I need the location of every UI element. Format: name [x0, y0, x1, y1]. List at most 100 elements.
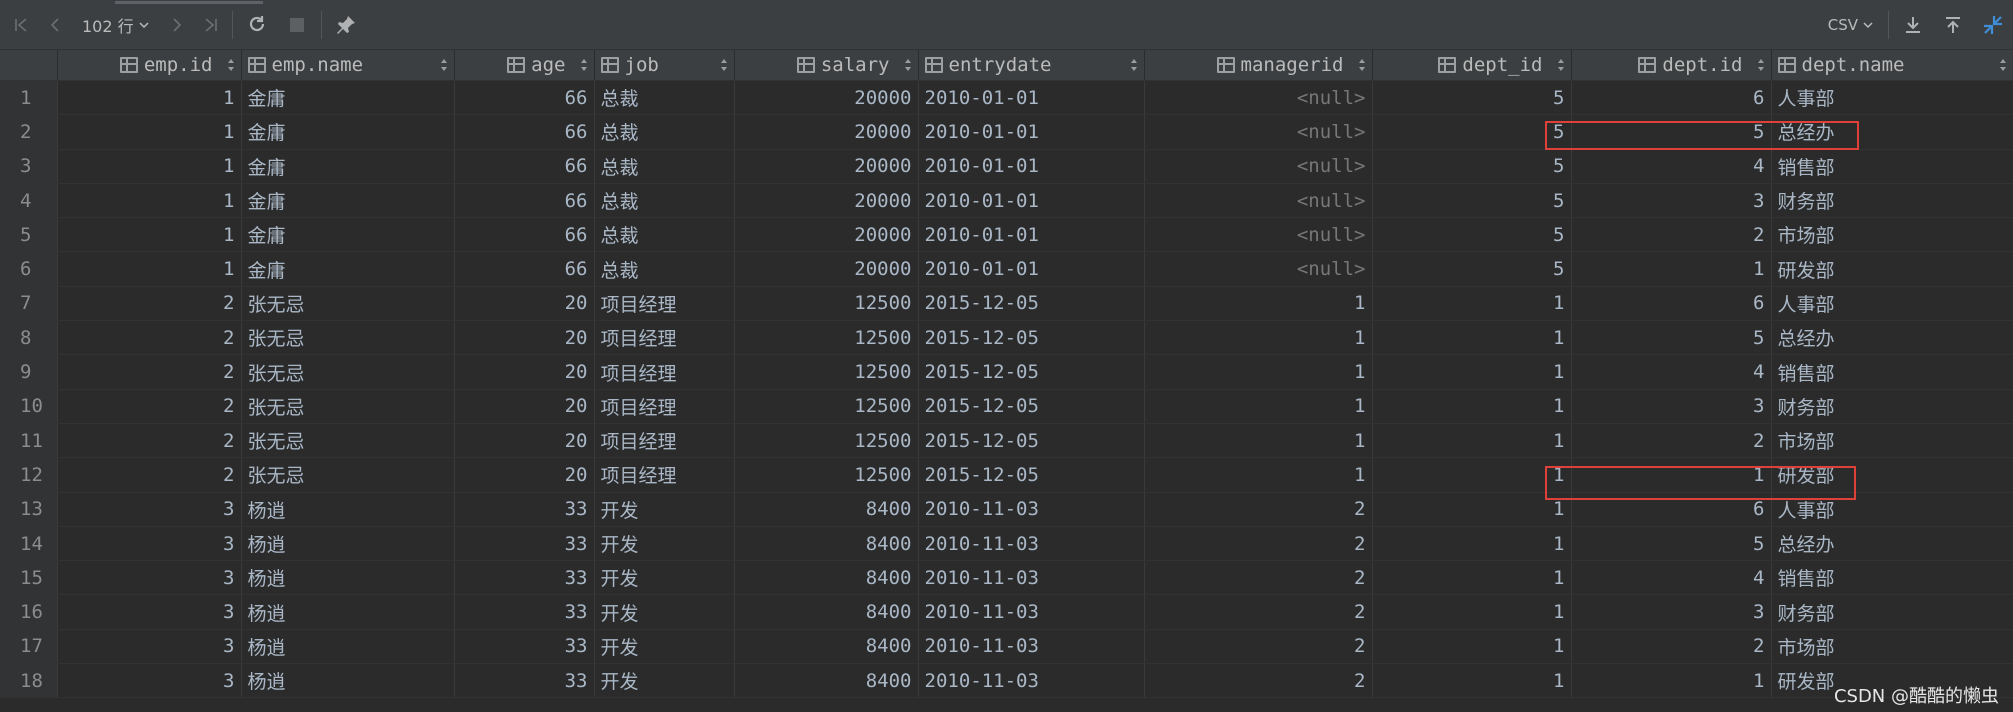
- dept-id-cell[interactable]: 4: [1571, 560, 1772, 596]
- age-cell[interactable]: 33: [454, 663, 595, 699]
- dept-id-cell[interactable]: 5: [1571, 320, 1772, 356]
- entrydate-cell[interactable]: 2010-11-03: [918, 492, 1145, 527]
- column-header-age[interactable]: age: [454, 50, 595, 81]
- managerid-cell[interactable]: 1: [1144, 286, 1373, 322]
- emp-id-cell[interactable]: 2: [57, 457, 242, 493]
- job-cell[interactable]: 开发: [594, 629, 735, 665]
- job-cell[interactable]: 总裁: [594, 183, 735, 219]
- age-cell[interactable]: 66: [454, 251, 595, 287]
- job-cell[interactable]: 开发: [594, 560, 735, 596]
- refresh-icon[interactable]: [237, 0, 277, 50]
- salary-cell[interactable]: 20000: [734, 149, 919, 184]
- compare-icon[interactable]: [1973, 0, 2013, 50]
- dept-name-cell[interactable]: 研发部: [1771, 457, 2013, 493]
- dept-name-cell[interactable]: 市场部: [1771, 217, 2013, 253]
- age-cell[interactable]: 66: [454, 183, 595, 219]
- dept-id-cell[interactable]: 6: [1571, 492, 1772, 527]
- emp-name-cell[interactable]: 张无忌: [241, 423, 455, 459]
- managerid-cell[interactable]: 1: [1144, 354, 1373, 390]
- entrydate-cell[interactable]: 2015-12-05: [918, 389, 1145, 424]
- dept-id-cell[interactable]: 2: [1571, 217, 1772, 253]
- table-row[interactable]: 18 3 杨逍 33 开发 8400 2010-11-03 2 1 1 研发部: [0, 663, 2013, 699]
- table-row[interactable]: 8 2 张无忌 20 项目经理 12500 2015-12-05 1 1 5 总经办: [0, 320, 2013, 356]
- entrydate-cell[interactable]: 2015-12-05: [918, 457, 1145, 493]
- managerid-cell[interactable]: 2: [1144, 560, 1373, 596]
- dept-id-cell[interactable]: 4: [1571, 354, 1772, 390]
- dept-name-cell[interactable]: 总经办: [1771, 320, 2013, 356]
- entrydate-cell[interactable]: 2010-11-03: [918, 560, 1145, 596]
- dept-id-cell[interactable]: 1: [1571, 663, 1772, 699]
- emp-id-cell[interactable]: 3: [57, 663, 242, 699]
- dept-id-fk-cell[interactable]: 1: [1372, 663, 1572, 699]
- sort-icon[interactable]: [440, 58, 448, 72]
- dept-id-fk-cell[interactable]: 1: [1372, 526, 1572, 562]
- dept-name-cell[interactable]: 市场部: [1771, 629, 2013, 665]
- age-cell[interactable]: 20: [454, 389, 595, 424]
- sort-icon[interactable]: [580, 58, 588, 72]
- dept-id-cell[interactable]: 1: [1571, 457, 1772, 493]
- stop-icon[interactable]: [277, 0, 317, 50]
- managerid-cell[interactable]: <null>: [1144, 251, 1373, 287]
- entrydate-cell[interactable]: 2015-12-05: [918, 320, 1145, 356]
- column-header-entrydate[interactable]: entrydate: [918, 50, 1145, 81]
- first-page-icon[interactable]: [4, 0, 38, 50]
- next-page-icon[interactable]: [160, 0, 194, 50]
- salary-cell[interactable]: 20000: [734, 80, 919, 116]
- dept-id-cell[interactable]: 6: [1571, 286, 1772, 322]
- dept-name-cell[interactable]: 财务部: [1771, 389, 2013, 424]
- job-cell[interactable]: 开发: [594, 663, 735, 699]
- emp-id-cell[interactable]: 1: [57, 114, 242, 150]
- emp-name-cell[interactable]: 杨逍: [241, 663, 455, 699]
- dept-name-cell[interactable]: 市场部: [1771, 423, 2013, 459]
- entrydate-cell[interactable]: 2010-01-01: [918, 149, 1145, 184]
- dept-name-cell[interactable]: 总经办: [1771, 114, 2013, 150]
- dept-id-fk-cell[interactable]: 1: [1372, 594, 1572, 630]
- emp-name-cell[interactable]: 杨逍: [241, 560, 455, 596]
- emp-id-cell[interactable]: 2: [57, 286, 242, 322]
- emp-name-cell[interactable]: 金庸: [241, 183, 455, 219]
- emp-name-cell[interactable]: 杨逍: [241, 629, 455, 665]
- age-cell[interactable]: 20: [454, 423, 595, 459]
- dept-id-cell[interactable]: 4: [1571, 149, 1772, 184]
- job-cell[interactable]: 总裁: [594, 80, 735, 116]
- entrydate-cell[interactable]: 2010-11-03: [918, 629, 1145, 665]
- salary-cell[interactable]: 12500: [734, 354, 919, 390]
- job-cell[interactable]: 项目经理: [594, 457, 735, 493]
- emp-id-cell[interactable]: 3: [57, 526, 242, 562]
- entrydate-cell[interactable]: 2010-01-01: [918, 183, 1145, 219]
- sort-icon[interactable]: [1757, 58, 1765, 72]
- emp-id-cell[interactable]: 2: [57, 320, 242, 356]
- salary-cell[interactable]: 12500: [734, 389, 919, 424]
- salary-cell[interactable]: 12500: [734, 320, 919, 356]
- column-header-dept-id[interactable]: dept_id: [1372, 50, 1572, 81]
- download-icon[interactable]: [1893, 0, 1933, 50]
- age-cell[interactable]: 33: [454, 526, 595, 562]
- job-cell[interactable]: 项目经理: [594, 354, 735, 390]
- salary-cell[interactable]: 8400: [734, 492, 919, 527]
- dept-name-cell[interactable]: 财务部: [1771, 183, 2013, 219]
- upload-icon[interactable]: [1933, 0, 1973, 50]
- job-cell[interactable]: 开发: [594, 594, 735, 630]
- dept-id-fk-cell[interactable]: 1: [1372, 492, 1572, 527]
- emp-id-cell[interactable]: 1: [57, 217, 242, 253]
- emp-name-cell[interactable]: 金庸: [241, 80, 455, 116]
- previous-page-icon[interactable]: [38, 0, 72, 50]
- salary-cell[interactable]: 8400: [734, 663, 919, 699]
- job-cell[interactable]: 总裁: [594, 114, 735, 150]
- dept-name-cell[interactable]: 销售部: [1771, 560, 2013, 596]
- sort-icon[interactable]: [1557, 58, 1565, 72]
- salary-cell[interactable]: 20000: [734, 251, 919, 287]
- emp-id-cell[interactable]: 1: [57, 149, 242, 184]
- table-row[interactable]: 13 3 杨逍 33 开发 8400 2010-11-03 2 1 6 人事部: [0, 492, 2013, 527]
- dept-id-cell[interactable]: 1: [1571, 251, 1772, 287]
- dept-id-fk-cell[interactable]: 5: [1372, 80, 1572, 116]
- column-header-emp-name[interactable]: emp.name: [241, 50, 455, 81]
- managerid-cell[interactable]: 2: [1144, 629, 1373, 665]
- dept-id-fk-cell[interactable]: 1: [1372, 423, 1572, 459]
- entrydate-cell[interactable]: 2010-11-03: [918, 526, 1145, 562]
- job-cell[interactable]: 开发: [594, 526, 735, 562]
- managerid-cell[interactable]: 2: [1144, 526, 1373, 562]
- emp-id-cell[interactable]: 1: [57, 251, 242, 287]
- sort-icon[interactable]: [227, 58, 235, 72]
- table-row[interactable]: 7 2 张无忌 20 项目经理 12500 2015-12-05 1 1 6 人事部: [0, 286, 2013, 322]
